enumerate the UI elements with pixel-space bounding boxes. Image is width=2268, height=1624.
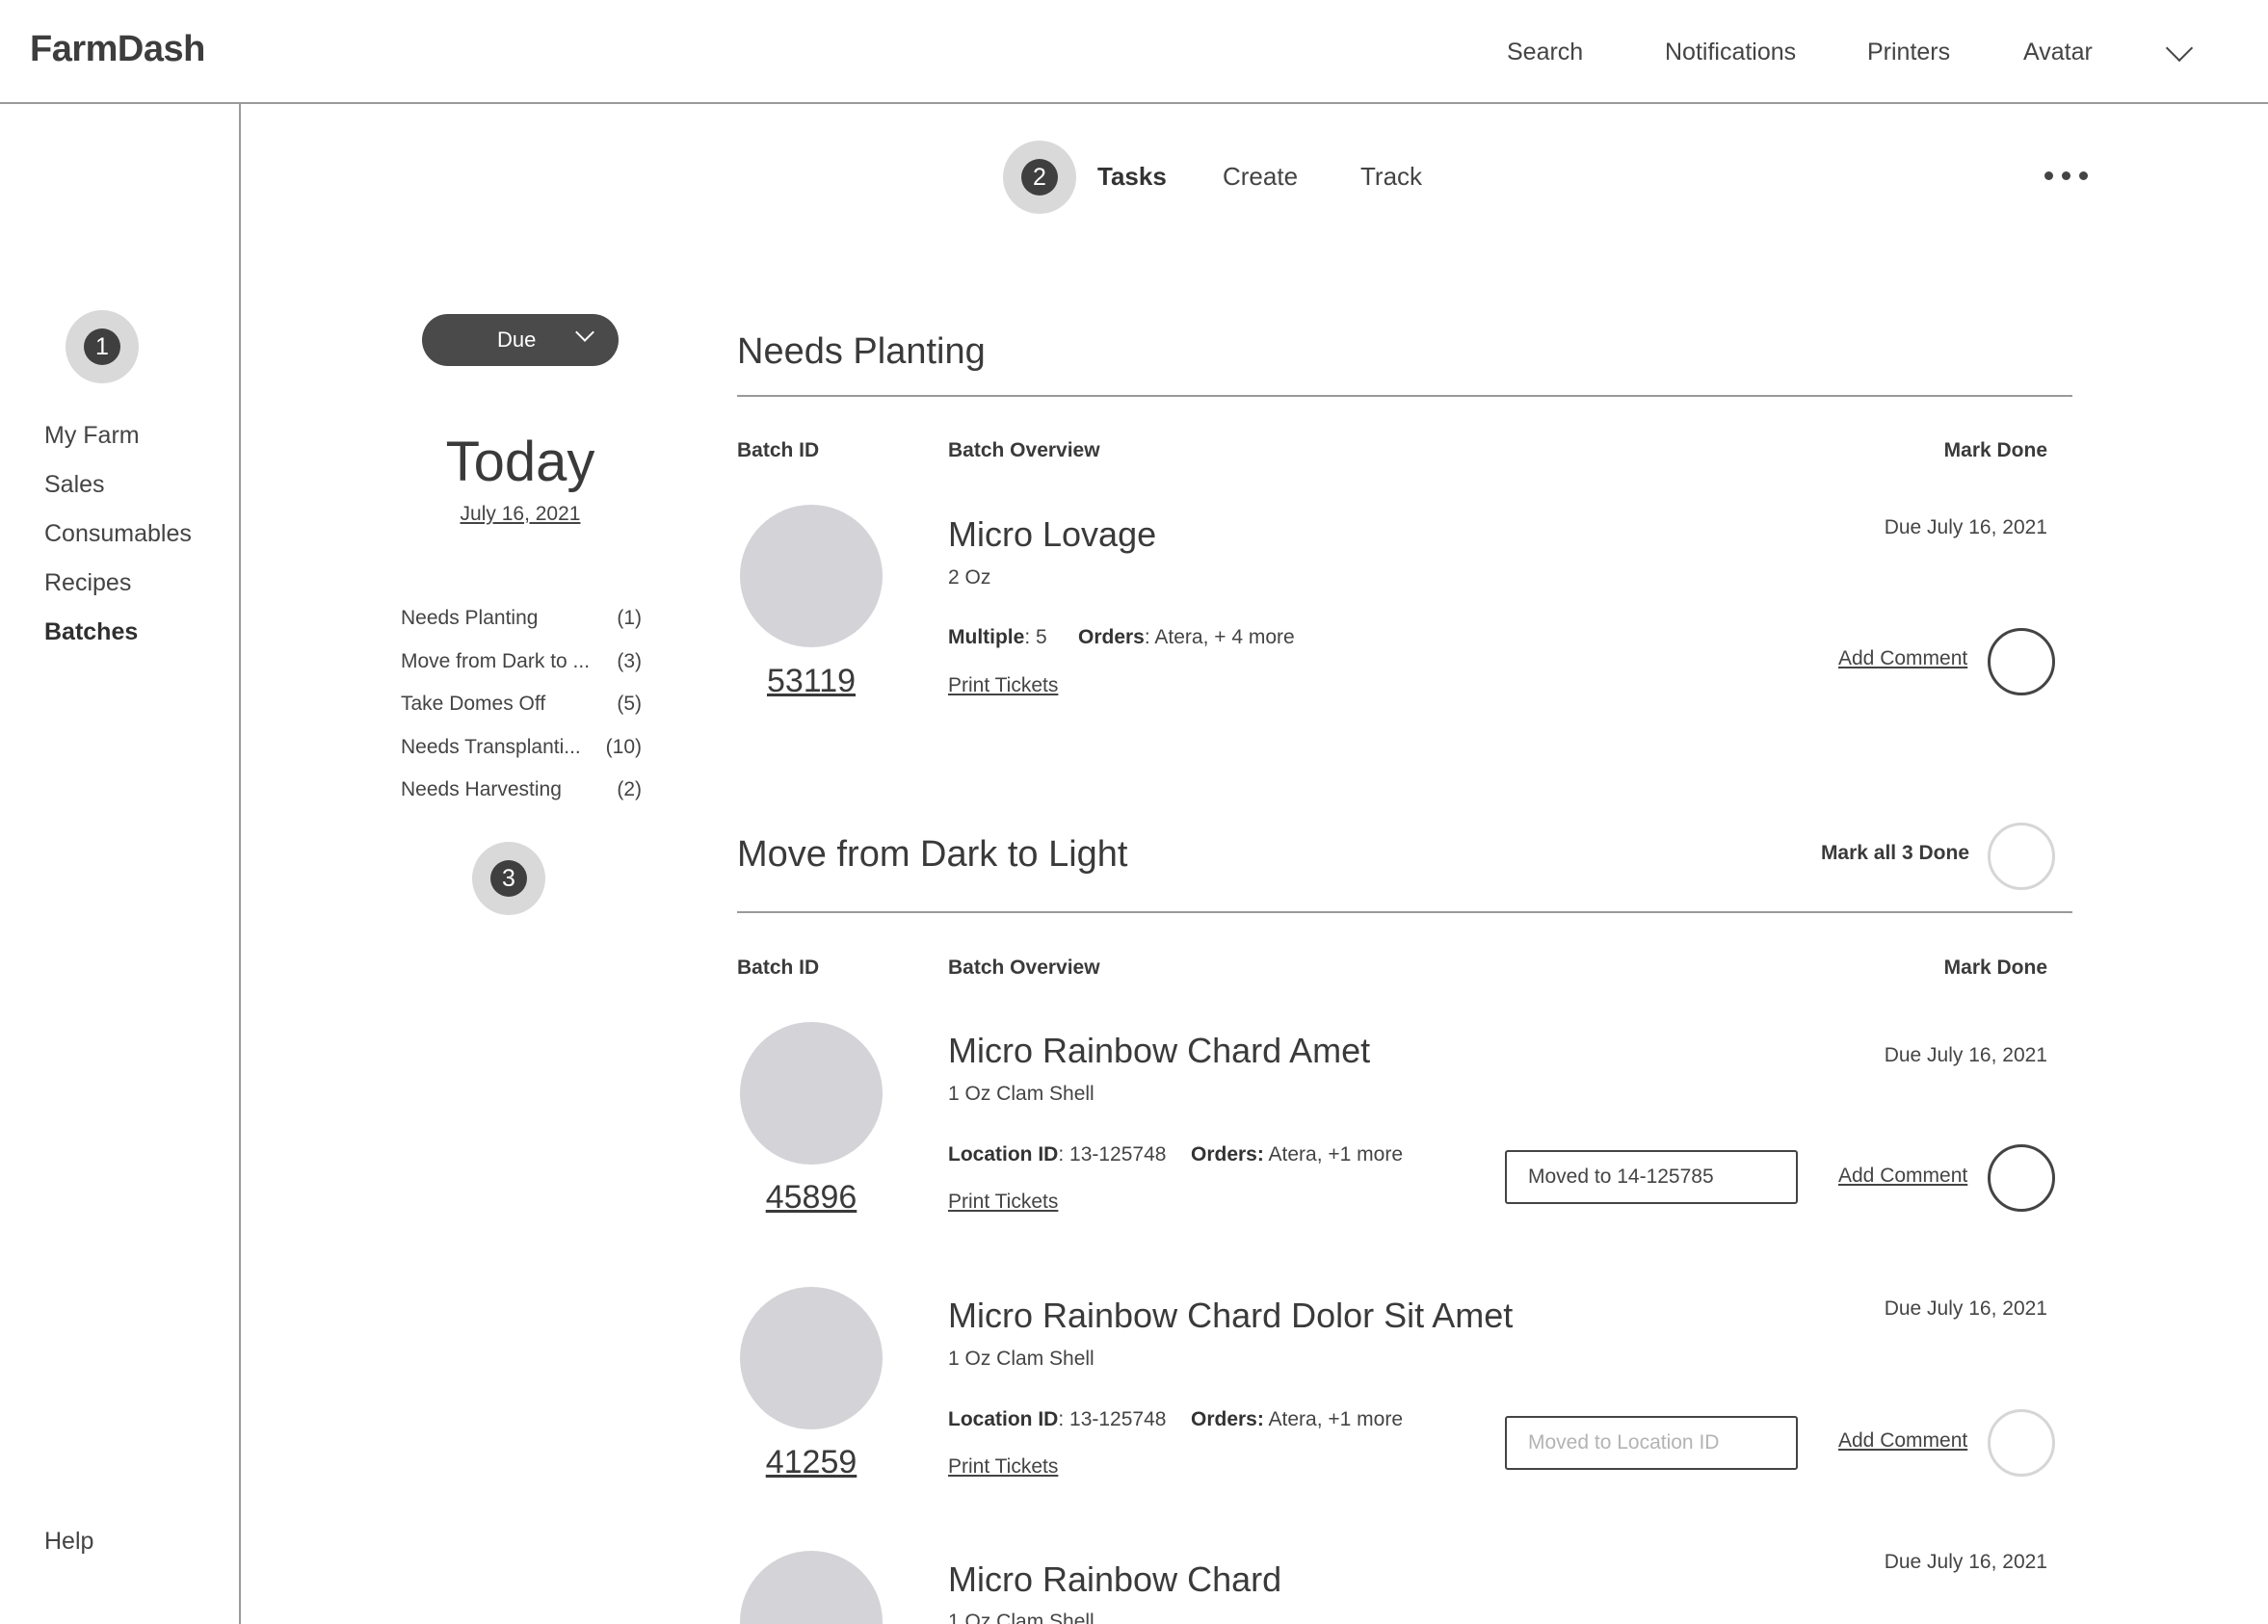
location-id-field: Location ID: 13-125748 [948, 1408, 1167, 1430]
add-comment-link[interactable]: Add Comment [1838, 1165, 1967, 1188]
nav-avatar[interactable]: Avatar [2023, 39, 2093, 66]
column-header-mark-done: Mark Done [1943, 439, 2047, 461]
column-header-batch-overview: Batch Overview [948, 439, 1100, 461]
product-size: 2 Oz [948, 566, 991, 589]
product-name: Micro Rainbow Chard Amet [948, 1031, 1371, 1070]
print-tickets-link[interactable]: Print Tickets [948, 674, 1058, 697]
product-name: Micro Lovage [948, 514, 1157, 554]
product-name: Micro Rainbow Chard [948, 1559, 1282, 1599]
step-number: 2 [1021, 159, 1058, 196]
category-item-needs-harvesting[interactable]: Needs Harvesting [401, 778, 562, 801]
batch-id-link[interactable]: 53119 [740, 663, 883, 700]
location-id-field: Location ID: 13-125748 [948, 1143, 1167, 1166]
column-header-batch-id: Batch ID [737, 956, 820, 979]
section-divider [737, 395, 2072, 397]
mark-all-done-label: Mark all 3 Done [1820, 842, 1969, 864]
print-tickets-link[interactable]: Print Tickets [948, 1191, 1058, 1214]
batch-thumbnail [740, 505, 883, 647]
orders-field: Orders: Atera, + 4 more [1078, 626, 1295, 648]
mark-done-checkbox[interactable] [1988, 1409, 2055, 1477]
category-count: (1) [617, 607, 642, 629]
sidebar-item-recipes[interactable]: Recipes [44, 569, 131, 597]
nav-search[interactable]: Search [1507, 39, 1583, 66]
product-size: 1 Oz Clam Shell [948, 1083, 1094, 1105]
mark-done-checkbox[interactable] [1988, 1144, 2055, 1212]
product-size: 1 Oz Clam Shell [948, 1611, 1094, 1624]
batch-thumbnail [740, 1551, 883, 1624]
date-link[interactable]: July 16, 2021 [424, 503, 617, 526]
chevron-down-icon [575, 323, 594, 342]
orders-field: Orders: Atera, +1 more [1191, 1143, 1404, 1166]
product-size: 1 Oz Clam Shell [948, 1348, 1094, 1370]
step-marker-2: 2 [1003, 141, 1076, 214]
category-item-needs-transplanting[interactable]: Needs Transplanti... [401, 736, 581, 759]
category-count: (5) [617, 693, 642, 715]
sidebar-item-batches[interactable]: Batches [44, 618, 138, 646]
step-marker-1: 1 [66, 310, 139, 383]
nav-notifications[interactable]: Notifications [1665, 39, 1796, 66]
category-count: (2) [617, 778, 642, 800]
step-number: 3 [490, 860, 527, 897]
multiple-field: Multiple: 5 [948, 626, 1047, 648]
print-tickets-link[interactable]: Print Tickets [948, 1455, 1058, 1479]
sort-dropdown-label: Due [497, 327, 537, 352]
batch-thumbnail [740, 1022, 883, 1165]
category-item-take-domes-off[interactable]: Take Domes Off [401, 693, 545, 716]
add-comment-link[interactable]: Add Comment [1838, 647, 1967, 670]
chevron-down-icon[interactable] [2165, 34, 2194, 63]
batch-id-link[interactable]: 45896 [740, 1179, 883, 1217]
date-heading: Today [445, 431, 595, 493]
due-date: Due July 16, 2021 [1884, 516, 2047, 538]
sidebar-item-help[interactable]: Help [44, 1528, 93, 1556]
app-logo[interactable]: FarmDash [30, 29, 205, 70]
mark-done-checkbox[interactable] [1988, 628, 2055, 695]
sidebar-item-my-farm[interactable]: My Farm [44, 422, 140, 450]
top-bar: FarmDash Search Notifications Printers A… [0, 0, 2268, 104]
batch-thumbnail [740, 1287, 883, 1429]
add-comment-link[interactable]: Add Comment [1838, 1429, 1967, 1453]
due-date: Due July 16, 2021 [1884, 1551, 2047, 1573]
column-header-batch-id: Batch ID [737, 439, 820, 461]
section-title-needs-planting: Needs Planting [737, 331, 986, 372]
more-options-icon[interactable] [2043, 170, 2091, 183]
sidebar-item-sales[interactable]: Sales [44, 471, 105, 499]
moved-to-location-input[interactable] [1505, 1150, 1798, 1204]
section-title-dark-to-light: Move from Dark to Light [737, 834, 1128, 875]
step-marker-3: 3 [472, 842, 545, 915]
orders-field: Orders: Atera, +1 more [1191, 1408, 1404, 1430]
sort-dropdown[interactable]: Due [422, 314, 619, 366]
category-item-needs-planting[interactable]: Needs Planting [401, 607, 538, 630]
column-header-batch-overview: Batch Overview [948, 956, 1100, 979]
moved-to-location-input[interactable] [1505, 1416, 1798, 1470]
tab-create[interactable]: Create [1223, 162, 1298, 192]
sidebar-item-consumables[interactable]: Consumables [44, 520, 192, 548]
tab-track[interactable]: Track [1360, 162, 1422, 192]
due-date: Due July 16, 2021 [1884, 1297, 2047, 1320]
section-divider [737, 911, 2072, 913]
nav-printers[interactable]: Printers [1867, 39, 1950, 66]
step-number: 1 [84, 328, 120, 365]
column-header-mark-done: Mark Done [1943, 956, 2047, 979]
category-count: (3) [617, 650, 642, 672]
tab-tasks[interactable]: Tasks [1097, 162, 1167, 192]
due-date: Due July 16, 2021 [1884, 1044, 2047, 1066]
product-name: Micro Rainbow Chard Dolor Sit Amet [948, 1296, 1514, 1335]
category-count: (10) [605, 736, 642, 758]
batch-id-link[interactable]: 41259 [740, 1444, 883, 1481]
sidebar: 1 My Farm Sales Consumables Recipes Batc… [0, 104, 241, 1624]
category-item-dark-to-light[interactable]: Move from Dark to ... [401, 650, 590, 673]
mark-all-done-checkbox[interactable] [1988, 823, 2055, 890]
